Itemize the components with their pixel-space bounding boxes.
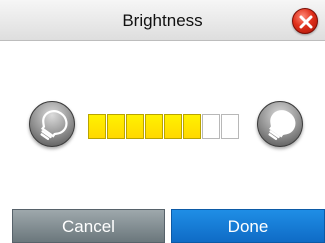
brightness-increase-button[interactable] (257, 101, 303, 147)
brightness-segment[interactable] (107, 114, 125, 139)
dialog-title: Brightness (122, 11, 203, 30)
brightness-segment[interactable] (126, 114, 144, 139)
brightness-decrease-button[interactable] (29, 101, 75, 147)
brightness-segment[interactable] (164, 114, 182, 139)
title-bar: Brightness (0, 0, 325, 41)
close-x-icon (299, 15, 313, 29)
brightness-segment[interactable] (202, 114, 220, 139)
brightness-segment[interactable] (183, 114, 201, 139)
brightness-segment[interactable] (88, 114, 106, 139)
cancel-button[interactable]: Cancel (12, 209, 165, 243)
brightness-level-meter[interactable] (88, 114, 240, 140)
done-button[interactable]: Done (171, 209, 325, 243)
brightness-segment[interactable] (221, 114, 239, 139)
bulb-dim-icon (40, 110, 68, 141)
close-button[interactable] (292, 8, 318, 34)
brightness-segment[interactable] (145, 114, 163, 139)
bulb-bright-icon (268, 110, 296, 141)
brightness-dialog: Brightness Cancel Done (0, 0, 325, 243)
